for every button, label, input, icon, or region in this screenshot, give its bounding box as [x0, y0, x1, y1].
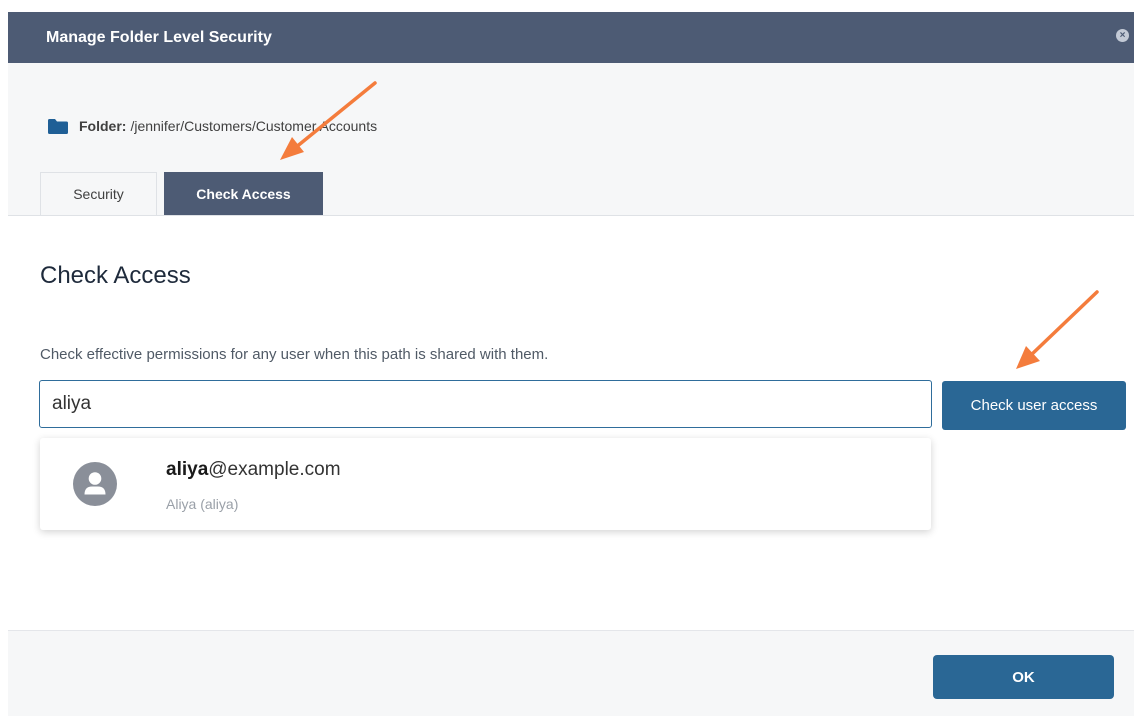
- help-text: Check effective permissions for any user…: [40, 346, 549, 363]
- user-icon: [73, 462, 117, 506]
- folder-label: Folder:: [79, 118, 127, 134]
- folder-path: /jennifer/Customers/Customer Accounts: [130, 118, 378, 134]
- user-suggestion-item[interactable]: aliya@example.com Aliya (aliya): [40, 438, 931, 530]
- folder-icon: [48, 118, 68, 134]
- dialog-header-area: Folder: /jennifer/Customers/Customer Acc…: [8, 63, 1134, 215]
- close-icon[interactable]: ×: [1116, 29, 1129, 42]
- dialog-title: Manage Folder Level Security: [46, 29, 272, 46]
- suggestion-display-name: Aliya (aliya): [166, 496, 239, 512]
- tab-divider: [8, 215, 1134, 216]
- tab-check-access[interactable]: Check Access: [164, 172, 323, 215]
- dialog-title-bar: Manage Folder Level Security ×: [8, 12, 1134, 63]
- check-user-access-button[interactable]: Check user access: [942, 381, 1126, 430]
- section-heading: Check Access: [40, 262, 191, 289]
- suggestion-email-domain: @example.com: [208, 459, 341, 480]
- ok-button[interactable]: OK: [933, 655, 1114, 699]
- suggestion-email: aliya@example.com: [166, 459, 341, 481]
- user-search-input[interactable]: [39, 380, 932, 428]
- folder-security-dialog: Manage Folder Level Security × Folder: /…: [8, 12, 1134, 716]
- suggestion-email-match: aliya: [166, 459, 209, 480]
- folder-path-line: Folder: /jennifer/Customers/Customer Acc…: [48, 118, 377, 134]
- tab-security[interactable]: Security: [40, 172, 157, 215]
